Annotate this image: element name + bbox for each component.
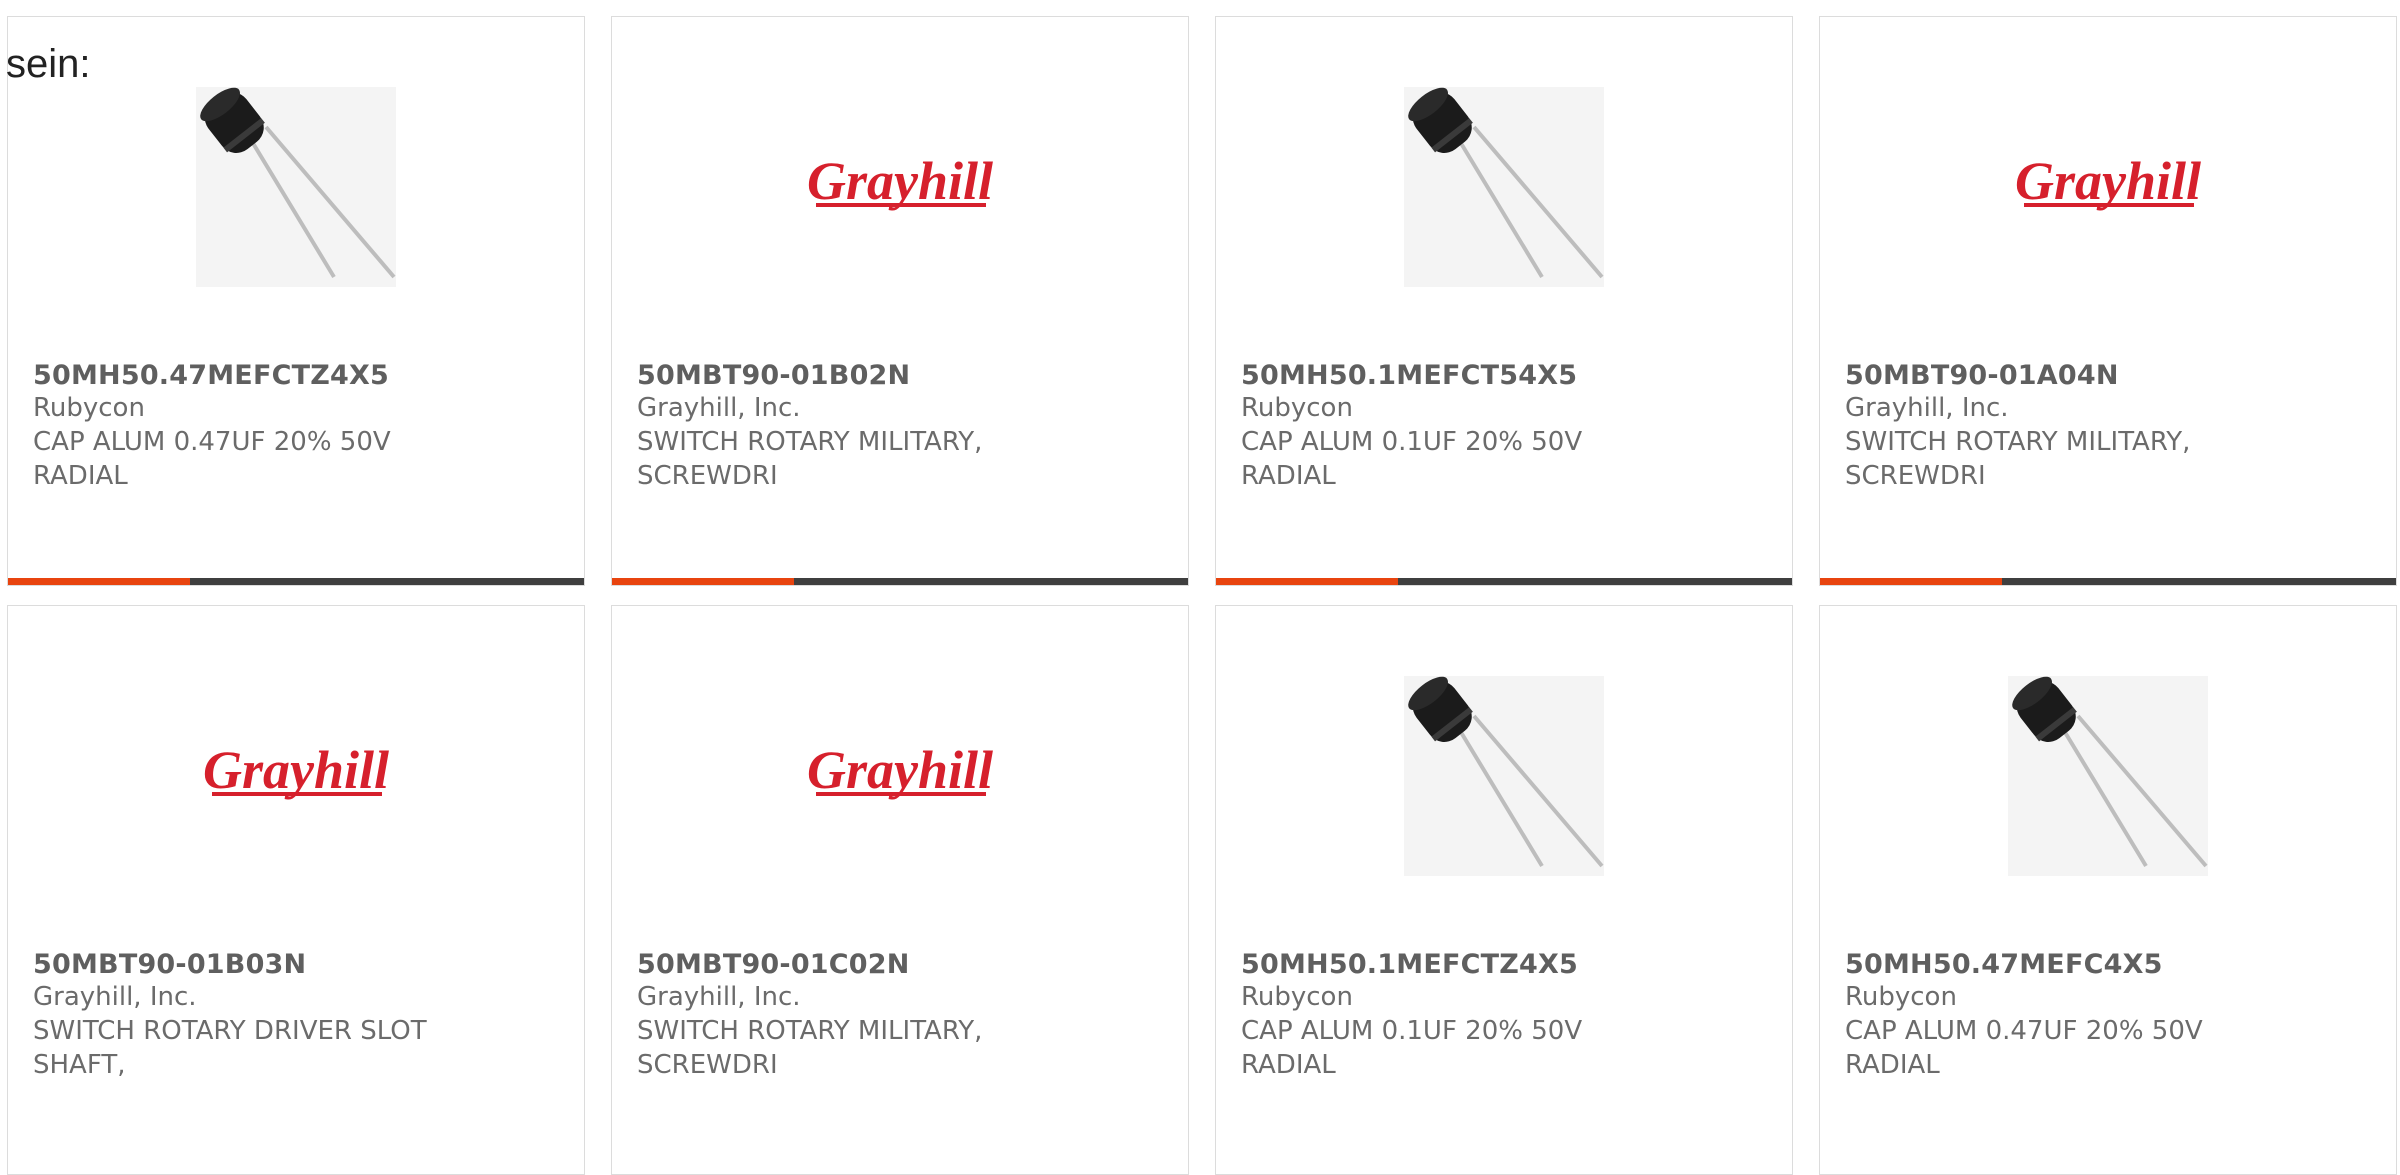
- manufacturer: Rubycon: [1241, 982, 1353, 1012]
- manufacturer: Rubycon: [1845, 982, 1957, 1012]
- grayhill-logo-text: Grayhill: [2015, 151, 2201, 211]
- manufacturer: Grayhill, Inc.: [637, 393, 801, 423]
- manufacturer: Grayhill, Inc.: [33, 982, 197, 1012]
- part-number[interactable]: 50MBT90-01A04N: [1845, 360, 2371, 391]
- product-card[interactable]: Grayhill 50MBT90-01B02N Grayhill, Inc. S…: [611, 16, 1189, 586]
- grayhill-logo: Grayhill: [800, 87, 1000, 287]
- part-number[interactable]: 50MH50.1MEFCT54X5: [1241, 360, 1767, 391]
- card-bar: [1820, 578, 2396, 585]
- grayhill-logo-text: Grayhill: [807, 740, 993, 800]
- capacitor-image: [1404, 676, 1604, 876]
- part-number[interactable]: 50MBT90-01B03N: [33, 949, 559, 980]
- part-number[interactable]: 50MH50.47MEFC4X5: [1845, 949, 2371, 980]
- card-bar-accent: [1216, 578, 1398, 585]
- card-bar: [8, 578, 584, 585]
- grayhill-logo-text: Grayhill: [203, 740, 389, 800]
- grayhill-logo: Grayhill: [800, 676, 1000, 876]
- product-card[interactable]: 50MH50.47MEFC4X5 Rubycon CAP ALUM 0.47UF…: [1819, 605, 2397, 1175]
- capacitor-image: [1404, 87, 1604, 287]
- capacitor-image: [196, 87, 396, 287]
- description: CAP ALUM 0.47UF 20% 50V RADIAL: [33, 427, 391, 491]
- product-card[interactable]: Grayhill 50MBT90-01B03N Grayhill, Inc. S…: [7, 605, 585, 1175]
- description: CAP ALUM 0.47UF 20% 50V RADIAL: [1845, 1016, 2203, 1080]
- description: SWITCH ROTARY MILITARY, SCREWDRI: [1845, 427, 2191, 491]
- part-number[interactable]: 50MBT90-01C02N: [637, 949, 1163, 980]
- card-bar-accent: [8, 578, 190, 585]
- manufacturer: Rubycon: [1241, 393, 1353, 423]
- product-card[interactable]: Grayhill 50MBT90-01A04N Grayhill, Inc. S…: [1819, 16, 2397, 586]
- grayhill-logo: Grayhill: [2008, 87, 2208, 287]
- card-bar: [612, 578, 1188, 585]
- capacitor-image: [2008, 676, 2208, 876]
- card-bar-accent: [612, 578, 794, 585]
- manufacturer: Grayhill, Inc.: [1845, 393, 2009, 423]
- product-card[interactable]: 50MH50.47MEFCTZ4X5 Rubycon CAP ALUM 0.47…: [7, 16, 585, 586]
- description: SWITCH ROTARY MILITARY, SCREWDRI: [637, 427, 983, 491]
- grayhill-logo-text: Grayhill: [807, 151, 993, 211]
- part-number[interactable]: 50MH50.1MEFCTZ4X5: [1241, 949, 1767, 980]
- description: CAP ALUM 0.1UF 20% 50V RADIAL: [1241, 427, 1583, 491]
- lead-text: sein:: [6, 42, 91, 86]
- part-number[interactable]: 50MBT90-01B02N: [637, 360, 1163, 391]
- description: CAP ALUM 0.1UF 20% 50V RADIAL: [1241, 1016, 1583, 1080]
- manufacturer: Grayhill, Inc.: [637, 982, 801, 1012]
- card-bar-accent: [1820, 578, 2002, 585]
- product-card[interactable]: 50MH50.1MEFCT54X5 Rubycon CAP ALUM 0.1UF…: [1215, 16, 1793, 586]
- grayhill-logo: Grayhill: [196, 676, 396, 876]
- part-number[interactable]: 50MH50.47MEFCTZ4X5: [33, 360, 559, 391]
- product-card[interactable]: 50MH50.1MEFCTZ4X5 Rubycon CAP ALUM 0.1UF…: [1215, 605, 1793, 1175]
- product-card[interactable]: Grayhill 50MBT90-01C02N Grayhill, Inc. S…: [611, 605, 1189, 1175]
- description: SWITCH ROTARY DRIVER SLOT SHAFT,: [33, 1016, 427, 1080]
- card-bar: [1216, 578, 1792, 585]
- description: SWITCH ROTARY MILITARY, SCREWDRI: [637, 1016, 983, 1080]
- manufacturer: Rubycon: [33, 393, 145, 423]
